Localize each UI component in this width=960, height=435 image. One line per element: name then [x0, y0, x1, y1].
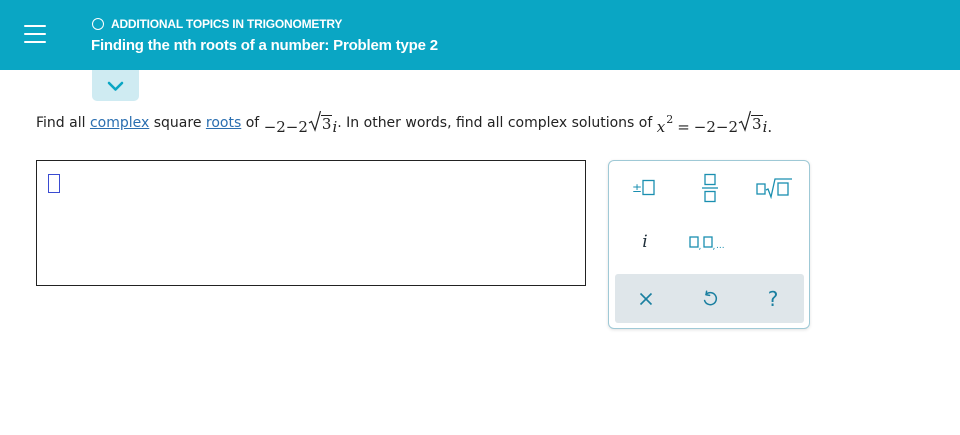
- expand-toggle-button[interactable]: [92, 70, 139, 101]
- topic-text: ADDITIONAL TOPICS IN TRIGONOMETRY: [111, 17, 343, 31]
- answer-input[interactable]: [36, 160, 586, 286]
- chevron-down-icon: [107, 81, 124, 91]
- close-icon: [639, 292, 653, 306]
- variable-x: x: [656, 118, 666, 136]
- page-title: Finding the nth roots of a number: Probl…: [91, 37, 438, 54]
- svg-text:,: ,: [699, 242, 702, 250]
- equals-sign: =: [677, 118, 690, 136]
- undo-icon: [703, 290, 718, 306]
- topic-label: ADDITIONAL TOPICS IN TRIGONOMETRY: [92, 16, 342, 32]
- radical-sign-icon: [308, 110, 321, 132]
- plus-minus-icon: ±: [632, 179, 655, 196]
- fraction-icon: [702, 173, 718, 203]
- square-root-2: 3: [738, 110, 763, 132]
- undo-button[interactable]: [688, 282, 732, 316]
- radical-sign-icon: [738, 110, 752, 132]
- end-period: .: [767, 118, 773, 136]
- fraction-button[interactable]: [688, 171, 732, 205]
- expression-prefix-2: −2−2: [693, 118, 739, 136]
- clear-button[interactable]: [624, 282, 668, 316]
- imaginary-i-glyph: i: [642, 232, 648, 252]
- help-icon: ?: [767, 287, 779, 311]
- nth-root-button[interactable]: [752, 171, 796, 205]
- topic-circle-icon: [92, 18, 104, 30]
- complex-number-expression: −2−2 3 i: [263, 110, 337, 136]
- imaginary-i-button[interactable]: i: [623, 225, 667, 259]
- question-text: Find all complex square roots of −2−2 3 i.…: [36, 109, 772, 137]
- question-of: of: [245, 115, 260, 131]
- plus-minus-button[interactable]: ±: [623, 171, 667, 205]
- roots-link[interactable]: roots: [206, 115, 241, 131]
- menu-icon[interactable]: [24, 25, 46, 45]
- input-placeholder-box: [48, 174, 60, 193]
- question-find-all: Find all: [36, 115, 86, 131]
- complex-link[interactable]: complex: [90, 115, 149, 131]
- palette-actions: ?: [615, 274, 804, 323]
- help-button[interactable]: ?: [751, 282, 795, 316]
- expression-prefix: −2−2: [263, 118, 308, 136]
- list-button[interactable]: , , ...: [688, 225, 732, 259]
- exponent: 2: [666, 113, 674, 126]
- header-bar: ADDITIONAL TOPICS IN TRIGONOMETRY Findin…: [0, 0, 960, 70]
- radicand-2: 3: [751, 115, 763, 133]
- ellipsis-glyph: ...: [716, 241, 725, 250]
- nth-root-icon: [756, 178, 792, 199]
- radicand: 3: [320, 115, 333, 133]
- equation: x2 = −2−2 3 i.: [657, 110, 772, 136]
- question-middle: . In other words, find all complex solut…: [337, 115, 653, 131]
- square-root: 3: [308, 110, 333, 132]
- math-palette: ± i , , ... ?: [608, 160, 810, 329]
- svg-text:,: ,: [713, 242, 716, 250]
- list-icon: , , ...: [689, 236, 725, 250]
- question-square: square: [153, 115, 202, 131]
- plus-minus-glyph: ±: [632, 181, 642, 195]
